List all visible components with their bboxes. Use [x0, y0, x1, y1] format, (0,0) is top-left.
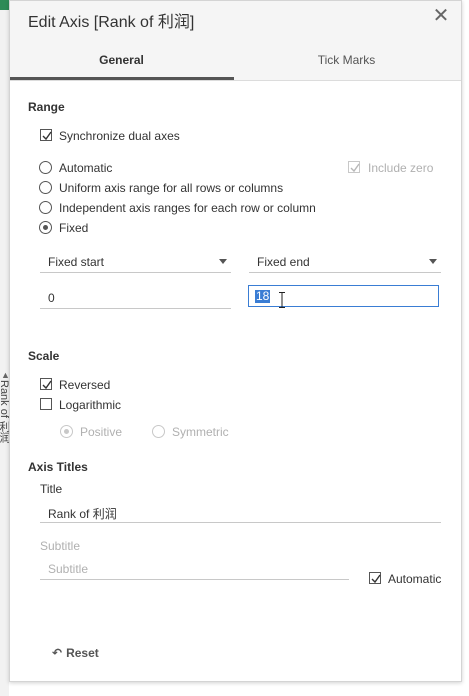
tab-divider — [10, 80, 461, 81]
fixed-start-input-value: 0 — [48, 291, 55, 305]
close-icon[interactable]: ✕ — [431, 6, 451, 26]
range-uniform-radio[interactable] — [39, 181, 52, 194]
fixed-end-dropdown[interactable]: Fixed end — [249, 250, 441, 273]
synchronize-dual-axes-label: Synchronize dual axes — [59, 129, 180, 143]
background-app-strip: ▲ Rank of 利润 — [0, 0, 10, 696]
subtitle-input-placeholder: Subtitle — [48, 562, 89, 576]
fixed-start-dropdown[interactable]: Fixed start — [40, 250, 231, 273]
fixed-start-dropdown-value: Fixed start — [48, 255, 105, 269]
reversed-label: Reversed — [59, 378, 111, 392]
fixed-end-dropdown-value: Fixed end — [257, 255, 310, 269]
log-positive-radio[interactable] — [60, 425, 73, 438]
check-icon — [42, 131, 52, 141]
logarithmic-checkbox[interactable] — [40, 398, 52, 410]
axis-titles-heading: Axis Titles — [28, 460, 88, 474]
fixed-start-input[interactable]: 0 — [40, 286, 231, 309]
app-green-chip — [0, 0, 9, 10]
subtitle-input[interactable]: Subtitle — [40, 557, 349, 580]
title-input-value: Rank of 利润 — [48, 507, 117, 521]
logarithmic-label: Logarithmic — [59, 398, 122, 412]
scale-heading: Scale — [28, 349, 60, 363]
range-automatic-label: Automatic — [59, 161, 113, 175]
reset-label: Reset — [66, 646, 99, 660]
subtitle-field-label: Subtitle — [40, 539, 81, 553]
check-icon — [42, 380, 52, 390]
log-positive-label: Positive — [80, 425, 123, 439]
reset-button[interactable]: ↶ Reset — [52, 646, 99, 660]
dialog-header: Edit Axis [Rank of 利润] ✕ General Tick Ma… — [10, 1, 461, 81]
reversed-checkbox[interactable] — [40, 378, 52, 390]
fixed-end-input-value: 18 — [255, 289, 271, 303]
radio-selected-dot — [43, 225, 48, 230]
range-fixed-label: Fixed — [59, 221, 89, 235]
range-independent-label: Independent axis ranges for each row or … — [59, 201, 316, 215]
radio-selected-dot — [64, 429, 69, 434]
title-input[interactable]: Rank of 利润 — [40, 500, 441, 523]
log-symmetric-label: Symmetric — [172, 425, 229, 439]
dialog-title: Edit Axis [Rank of 利润] — [28, 14, 195, 31]
check-icon — [350, 163, 360, 173]
check-icon — [371, 574, 381, 584]
edit-axis-dialog: Edit Axis [Rank of 利润] ✕ General Tick Ma… — [9, 0, 462, 682]
range-heading: Range — [28, 100, 65, 114]
subtitle-automatic-label: Automatic — [388, 572, 442, 586]
tab-general[interactable]: General — [10, 53, 233, 67]
range-automatic-radio[interactable] — [39, 161, 52, 174]
fixed-end-input[interactable]: 18 — [248, 285, 439, 307]
title-field-label: Title — [40, 482, 63, 496]
text-cursor-icon — [279, 292, 285, 308]
range-independent-radio[interactable] — [39, 201, 52, 214]
tab-tick-marks[interactable]: Tick Marks — [235, 53, 458, 67]
range-fixed-radio[interactable] — [39, 221, 52, 234]
chevron-down-icon — [429, 259, 437, 264]
undo-icon: ↶ — [52, 646, 63, 660]
subtitle-automatic-checkbox[interactable] — [369, 572, 381, 584]
synchronize-dual-axes-checkbox[interactable] — [40, 129, 52, 141]
chevron-down-icon — [219, 259, 227, 264]
include-zero-checkbox[interactable] — [348, 161, 360, 173]
log-symmetric-radio[interactable] — [152, 425, 165, 438]
include-zero-label: Include zero — [368, 161, 434, 175]
range-uniform-label: Uniform axis range for all rows or colum… — [59, 181, 284, 195]
